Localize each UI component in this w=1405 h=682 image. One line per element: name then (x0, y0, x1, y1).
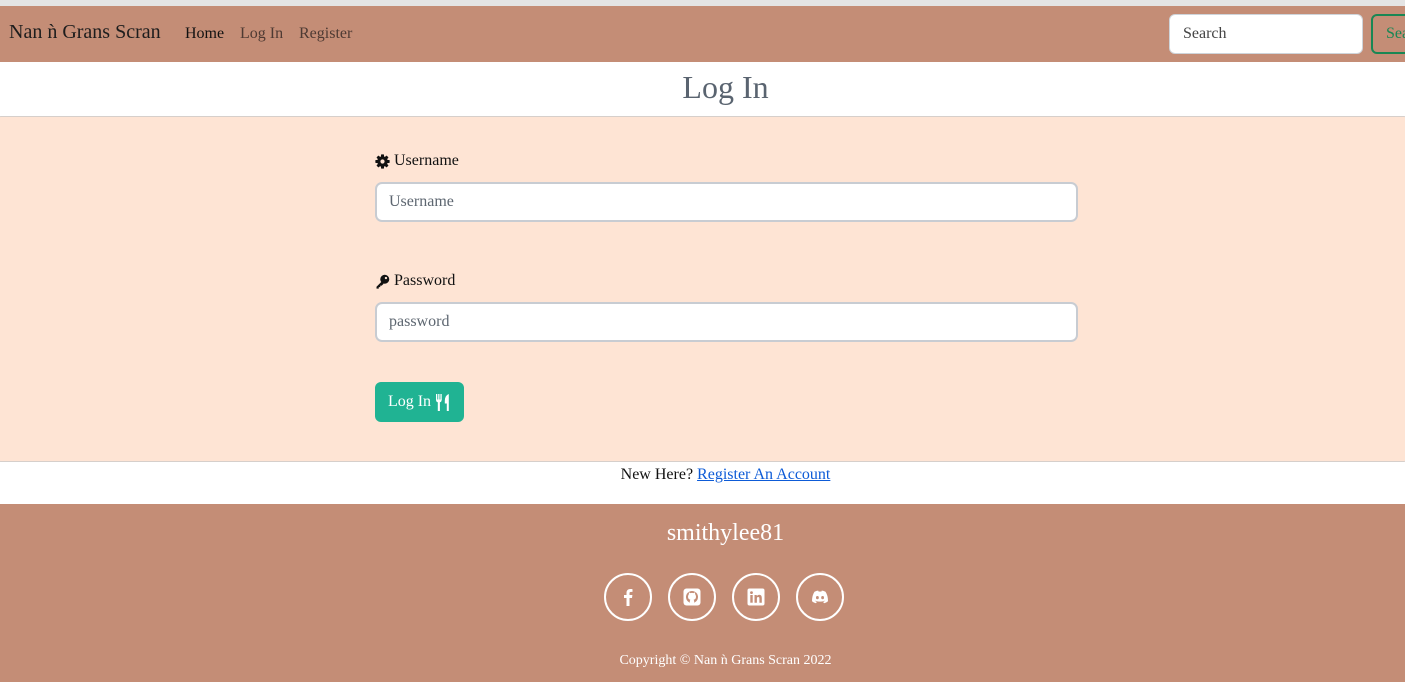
login-form-panel (0, 116, 1405, 462)
password-label: Password (375, 272, 455, 290)
linkedin-icon (747, 588, 765, 606)
nav-link-home[interactable]: Home (185, 25, 224, 43)
gear-icon (375, 153, 390, 169)
discord-link[interactable] (796, 573, 844, 621)
password-label-text: Password (394, 272, 456, 289)
facebook-link[interactable] (604, 573, 652, 621)
register-prompt: New Here? Register An Account (0, 466, 1405, 484)
username-label: Username (375, 152, 459, 170)
nav-link-register[interactable]: Register (299, 25, 352, 43)
footer: smithylee81 Copyright © Nan ǹ Grans Scra… (0, 504, 1405, 682)
copyright-text: Copyright © Nan ǹ Grans Scran 2022 (619, 653, 832, 668)
github-icon (683, 588, 701, 606)
nav-link-login[interactable]: Log In (240, 25, 283, 43)
page-title: Log In (682, 69, 769, 105)
login-button-label: Log In (387, 393, 432, 410)
navbar: Nan ǹ Grans Scran Home Log In Register S… (0, 6, 1405, 62)
register-prompt-text: New Here? (620, 466, 694, 483)
username-field[interactable] (375, 182, 1078, 222)
register-account-link[interactable]: Register An Account (697, 466, 830, 483)
search-button[interactable]: Search (1371, 14, 1405, 54)
facebook-icon (624, 589, 633, 606)
discord-icon (812, 590, 828, 604)
brand-logo[interactable]: Nan ǹ Grans Scran (9, 21, 161, 44)
footer-username: smithylee81 (666, 520, 785, 546)
username-label-text: Username (394, 152, 459, 169)
login-button[interactable]: Log In (375, 382, 464, 422)
key-icon (376, 274, 390, 289)
linkedin-link[interactable] (732, 573, 780, 621)
github-link[interactable] (668, 573, 716, 621)
password-field[interactable] (375, 302, 1078, 342)
utensils-icon (436, 393, 449, 411)
search-input[interactable] (1169, 14, 1363, 54)
